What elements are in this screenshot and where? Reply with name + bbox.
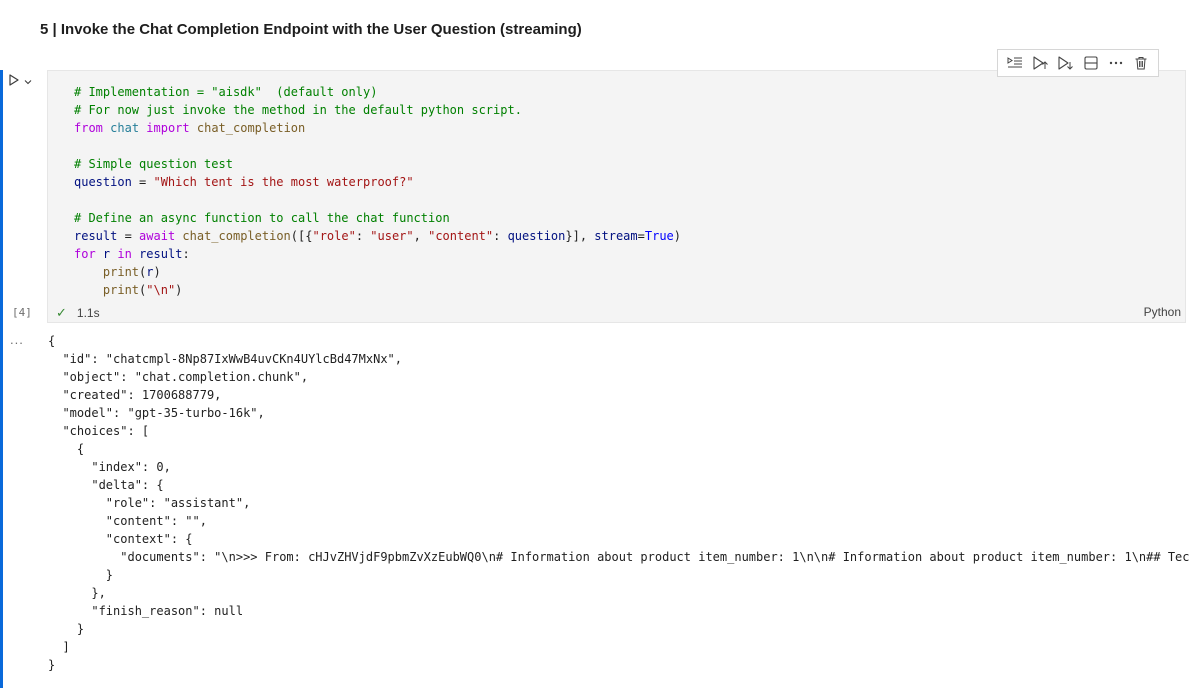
output-line: }, (48, 586, 106, 600)
execution-count: [4] (12, 306, 32, 319)
play-icon (8, 73, 20, 91)
run-cell-button[interactable] (8, 74, 36, 90)
code-cell-editor[interactable]: # Implementation = "aisdk" (default only… (47, 70, 1186, 323)
execute-above-icon[interactable] (1030, 53, 1050, 73)
output-line: { (48, 334, 56, 348)
split-cell-icon[interactable] (1081, 53, 1101, 73)
output-line: } (48, 622, 85, 636)
code-line: # Implementation = "aisdk" (default only… (74, 85, 378, 99)
output-line: "finish_reason": null (48, 604, 244, 618)
chevron-down-icon (24, 73, 32, 91)
cell-status: ✓ 1.1s (56, 305, 100, 321)
cell-heading: 5 | Invoke the Chat Completion Endpoint … (40, 21, 582, 38)
output-line: "content": "", (48, 514, 207, 528)
output-line: "model": "gpt-35-turbo-16k", (48, 406, 265, 420)
code-line: print("\n") (102, 283, 183, 297)
output-line: } (48, 658, 56, 672)
code-line: for r in result: (74, 247, 190, 261)
code-line: # Define an async function to call the c… (74, 211, 450, 225)
code-line: from chat import chat_completion (74, 121, 306, 135)
output-line: "object": "chat.completion.chunk", (48, 370, 309, 384)
more-actions-icon[interactable] (1106, 53, 1126, 73)
code-line: # For now just invoke the method in the … (74, 103, 522, 117)
cell-output: { "id": "chatcmpl-8Np87IxWwB4uvCKn4UYlcB… (48, 332, 1191, 674)
cell-toolbar (997, 49, 1159, 77)
code-line: print(r) (102, 265, 161, 279)
output-line: "index": 0, (48, 460, 171, 474)
output-line: "created": 1700688779, (48, 388, 222, 402)
output-line: "context": { (48, 532, 193, 546)
code-content[interactable]: # Implementation = "aisdk" (default only… (74, 83, 681, 299)
output-line: } (48, 568, 114, 582)
output-line: "role": "assistant", (48, 496, 251, 510)
code-line: result = await chat_completion([{"role":… (74, 229, 682, 243)
output-line: "id": "chatcmpl-8Np87IxWwB4uvCKn4UYlcBd4… (48, 352, 403, 366)
output-line: "choices": [ (48, 424, 150, 438)
output-line: "delta": { (48, 478, 164, 492)
cell-focus-indicator (0, 70, 3, 688)
output-line: ] (48, 640, 70, 654)
output-more-icon[interactable]: ... (10, 332, 24, 347)
delete-icon[interactable] (1131, 53, 1151, 73)
run-by-line-icon[interactable] (1005, 53, 1025, 73)
code-line: # Simple question test (74, 157, 233, 171)
execute-below-icon[interactable] (1055, 53, 1075, 73)
code-line: question = "Which tent is the most water… (74, 175, 414, 189)
check-icon: ✓ (56, 305, 67, 320)
output-line: { (48, 442, 85, 456)
output-line: "documents": "\n>>> From: cHJvZHVjdF9pbm… (48, 550, 1190, 564)
language-selector[interactable]: Python (1144, 305, 1181, 319)
execution-time: 1.1s (76, 306, 100, 320)
